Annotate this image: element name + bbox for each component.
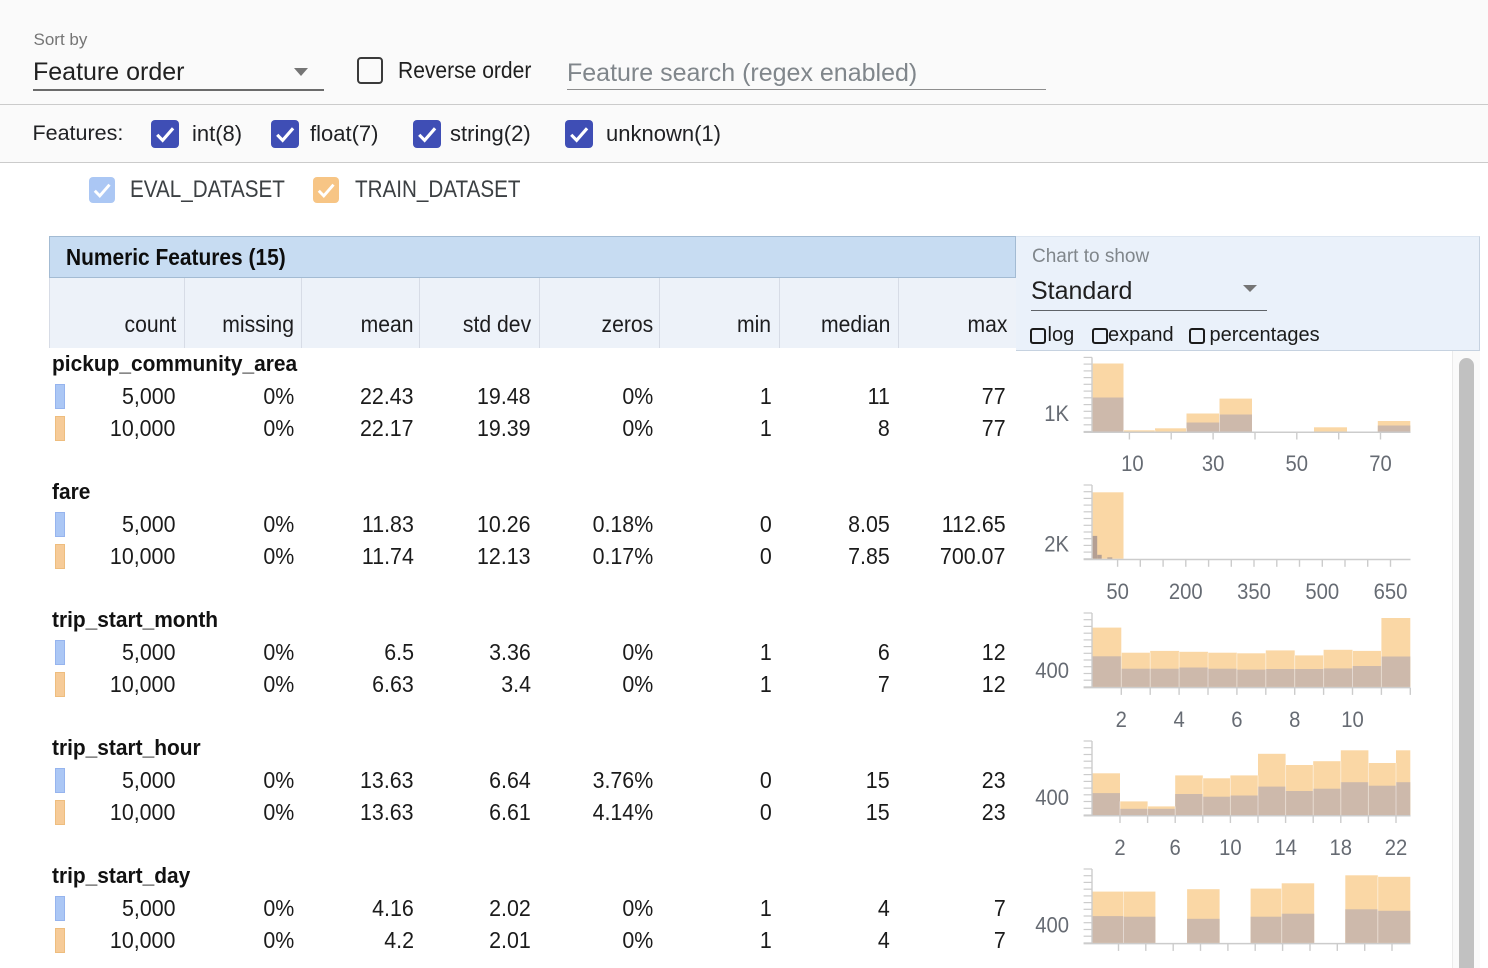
svg-text:6: 6 xyxy=(1231,708,1242,732)
svg-text:70: 70 xyxy=(1369,452,1392,476)
svg-text:500: 500 xyxy=(1305,580,1339,604)
svg-text:350: 350 xyxy=(1237,580,1271,604)
svg-text:400: 400 xyxy=(1035,914,1069,938)
svg-text:6: 6 xyxy=(1170,836,1181,860)
svg-text:400: 400 xyxy=(1035,659,1069,683)
svg-text:650: 650 xyxy=(1374,580,1408,604)
svg-text:22: 22 xyxy=(1385,836,1408,860)
svg-text:2: 2 xyxy=(1116,708,1127,732)
svg-text:18: 18 xyxy=(1330,836,1353,860)
svg-text:10: 10 xyxy=(1219,836,1242,860)
svg-text:50: 50 xyxy=(1106,580,1129,604)
svg-text:4: 4 xyxy=(1173,708,1184,732)
svg-text:2K: 2K xyxy=(1044,533,1069,557)
svg-text:200: 200 xyxy=(1169,580,1203,604)
svg-text:400: 400 xyxy=(1035,786,1069,810)
svg-text:8: 8 xyxy=(1289,708,1300,732)
svg-text:1K: 1K xyxy=(1044,402,1069,426)
svg-text:10: 10 xyxy=(1341,708,1364,732)
svg-text:10: 10 xyxy=(1121,452,1144,476)
svg-text:2: 2 xyxy=(1114,836,1125,860)
svg-text:30: 30 xyxy=(1202,452,1225,476)
svg-text:14: 14 xyxy=(1274,836,1297,860)
svg-text:50: 50 xyxy=(1286,452,1309,476)
